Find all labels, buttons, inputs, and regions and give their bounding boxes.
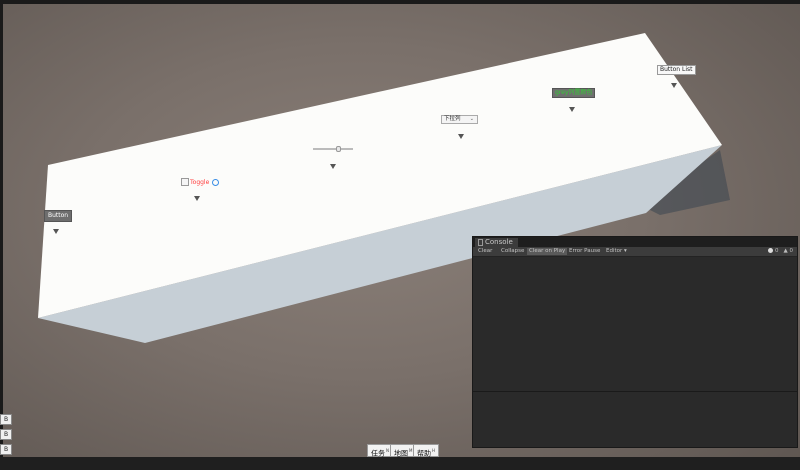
marker-arrow [330,164,336,169]
clear-on-play-button[interactable]: Clear on Play [527,248,568,255]
marker-arrow [194,196,200,201]
bottom-bar [0,457,800,470]
help-button[interactable]: 帮助H [413,444,440,458]
button[interactable]: Button [44,210,73,222]
map-hotkey: M [409,448,413,453]
refresh-icon [212,178,220,186]
dropdown[interactable]: 下拉列 ⌄ [441,115,478,124]
top-border [0,0,800,4]
info-count: 0 [775,248,779,254]
chevron-down-icon: ⌄ [469,116,474,122]
console-window: Console Clear Collapse Clear on Play Err… [472,236,798,448]
toggle-label: Toggle [190,178,210,186]
console-icon [478,239,483,246]
side-button-3[interactable]: B [0,444,12,455]
grey-color-button-label: grey列置颜色 [555,89,593,96]
marker-arrow [53,229,59,234]
console-detail-divider[interactable] [473,391,797,392]
dropdown-value: 下拉列 [444,116,461,122]
slider[interactable] [313,146,353,152]
map-button-label: 地图 [394,449,408,458]
slider-track [313,148,353,150]
help-button-label: 帮助 [417,449,431,458]
button-list-label: Button List [660,66,693,73]
slider-handle[interactable] [335,146,341,152]
button-list[interactable]: Button List [657,65,696,75]
log-counts: 0 ▲ 0 [768,248,793,255]
side-button-label: B [3,431,9,438]
clear-button[interactable]: Clear [476,248,494,255]
editor-dropdown-label: Editor [606,248,623,254]
info-icon [768,248,774,253]
button-label: Button [48,212,69,219]
side-button-label: B [3,416,9,423]
marker-arrow [458,134,464,139]
task-hotkey: N [386,448,389,453]
help-hotkey: H [432,448,436,453]
chevron-down-icon: ▾ [624,248,627,254]
info-count-toggle[interactable]: 0 [768,248,779,255]
console-tab[interactable]: Console [475,238,518,247]
console-tabbar: Console [473,237,797,247]
editor-dropdown[interactable]: Editor ▾ [604,248,629,255]
error-pause-button[interactable]: Error Pause [567,248,602,255]
task-button-label: 任务 [371,449,385,458]
marker-arrow [671,83,677,88]
collapse-button[interactable]: Collapse [499,248,526,255]
marker-arrow [569,107,575,112]
toggle-checkbox[interactable] [181,178,189,186]
warning-count-toggle[interactable]: ▲ 0 [784,248,793,255]
side-button-label: B [3,446,9,453]
side-button-1[interactable]: B [0,414,12,425]
warning-count: 0 [789,248,794,254]
console-toolbar: Clear Collapse Clear on Play Error Pause… [473,247,797,257]
warning-icon: ▲ [783,248,788,254]
console-title: Console [485,238,513,246]
left-border [0,0,3,470]
toggle[interactable]: Toggle [181,178,220,186]
side-button-2[interactable]: B [0,429,12,440]
grey-color-button[interactable]: grey列置颜色 [552,88,596,98]
